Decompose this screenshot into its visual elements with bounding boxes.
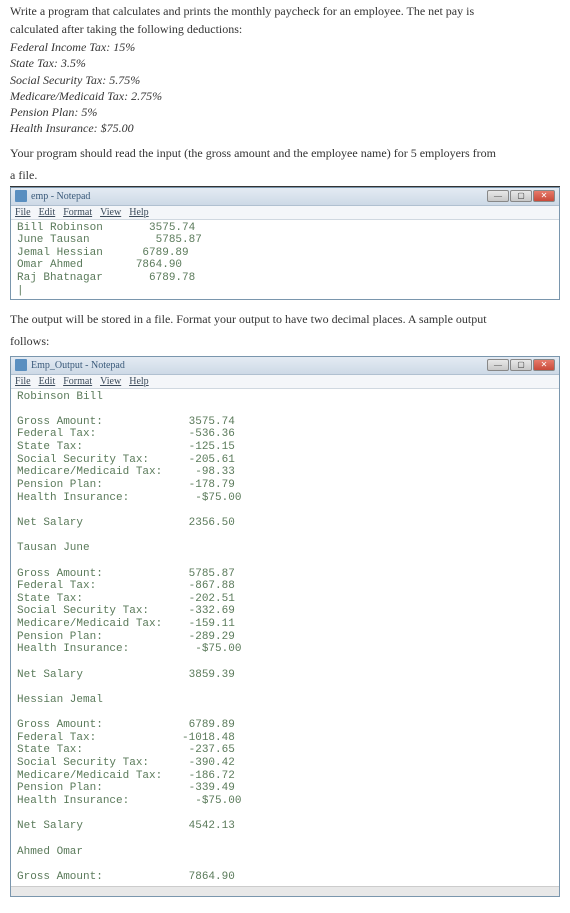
- menu-edit[interactable]: Edit: [39, 207, 56, 218]
- menu-edit[interactable]: Edit: [39, 376, 56, 387]
- notepad-icon: [15, 190, 27, 202]
- menubar: File Edit Format View Help: [11, 206, 559, 220]
- intro-line-1: Write a program that calculates and prin…: [10, 4, 560, 20]
- intro-line-2: calculated after taking the following de…: [10, 22, 560, 38]
- deduction-ss: Social Security Tax: 5.75%: [10, 72, 560, 88]
- deduction-state: State Tax: 3.5%: [10, 55, 560, 71]
- deduction-federal: Federal Income Tax: 15%: [10, 39, 560, 55]
- menu-file[interactable]: File: [15, 376, 31, 387]
- menu-file[interactable]: File: [15, 207, 31, 218]
- instruction-output-a: The output will be stored in a file. For…: [10, 312, 560, 328]
- close-button[interactable]: ✕: [533, 190, 555, 202]
- minimize-button[interactable]: —: [487, 359, 509, 371]
- maximize-button[interactable]: ▢: [510, 359, 532, 371]
- titlebar[interactable]: emp - Notepad — ▢ ✕: [11, 188, 559, 206]
- window-controls: — ▢ ✕: [487, 190, 555, 202]
- scrollbar-horizontal[interactable]: [11, 886, 559, 896]
- instruction-read-input-a: Your program should read the input (the …: [10, 146, 560, 162]
- menu-format[interactable]: Format: [63, 207, 92, 218]
- notepad-content[interactable]: Bill Robinson 3575.74 June Tausan 5785.8…: [11, 220, 559, 300]
- notepad-input-window: emp - Notepad — ▢ ✕ File Edit Format Vie…: [10, 187, 560, 301]
- deduction-pension: Pension Plan: 5%: [10, 104, 560, 120]
- menubar: File Edit Format View Help: [11, 375, 559, 389]
- menu-format[interactable]: Format: [63, 376, 92, 387]
- deduction-health: Health Insurance: $75.00: [10, 120, 560, 136]
- window-controls: — ▢ ✕: [487, 359, 555, 371]
- window-title: Emp_Output - Notepad: [31, 360, 487, 371]
- deduction-medicare: Medicare/Medicaid Tax: 2.75%: [10, 88, 560, 104]
- titlebar[interactable]: Emp_Output - Notepad — ▢ ✕: [11, 357, 559, 375]
- notepad-content[interactable]: Robinson Bill Gross Amount: 3575.74 Fede…: [11, 389, 559, 886]
- deduction-list: Federal Income Tax: 15% State Tax: 3.5% …: [10, 39, 560, 136]
- instruction-read-input-b: a file.: [10, 168, 560, 187]
- close-button[interactable]: ✕: [533, 359, 555, 371]
- menu-view[interactable]: View: [100, 376, 121, 387]
- menu-help[interactable]: Help: [129, 207, 148, 218]
- menu-help[interactable]: Help: [129, 376, 148, 387]
- notepad-output-window: Emp_Output - Notepad — ▢ ✕ File Edit For…: [10, 356, 560, 897]
- maximize-button[interactable]: ▢: [510, 190, 532, 202]
- window-title: emp - Notepad: [31, 191, 487, 202]
- menu-view[interactable]: View: [100, 207, 121, 218]
- instruction-output-b: follows:: [10, 334, 560, 350]
- minimize-button[interactable]: —: [487, 190, 509, 202]
- notepad-icon: [15, 359, 27, 371]
